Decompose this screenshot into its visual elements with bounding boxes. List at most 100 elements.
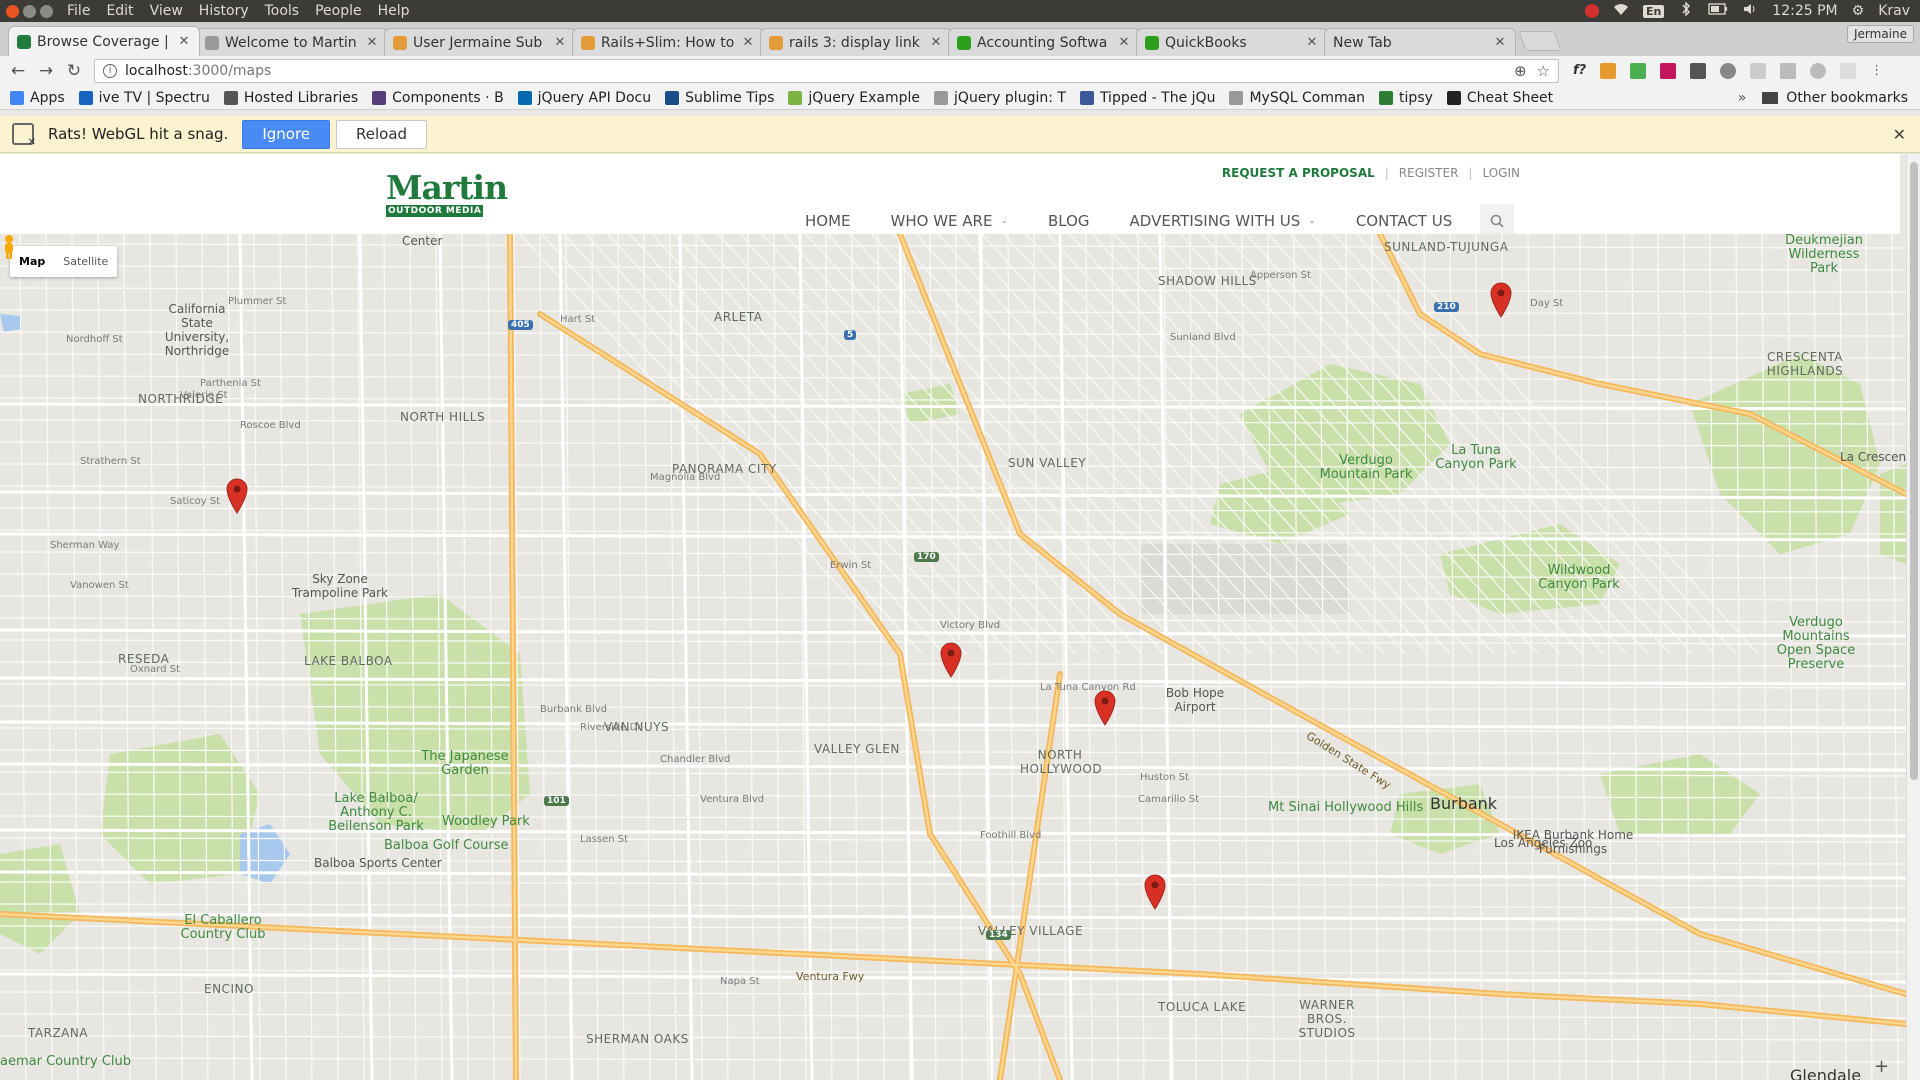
window-minimize-button[interactable] bbox=[23, 4, 36, 18]
profile-button[interactable]: Jermaine bbox=[1846, 25, 1914, 43]
tab-close-icon[interactable]: ✕ bbox=[1305, 35, 1319, 50]
ignore-button[interactable]: Ignore bbox=[242, 119, 331, 149]
browser-tab[interactable]: User Jermaine Sub ✕ bbox=[384, 28, 576, 56]
site-info-icon[interactable]: i bbox=[103, 64, 117, 78]
tab-close-icon[interactable]: ✕ bbox=[1117, 35, 1131, 50]
extension-icon[interactable] bbox=[1630, 63, 1647, 79]
tab-close-icon[interactable]: ✕ bbox=[929, 35, 943, 50]
register-link[interactable]: REGISTER bbox=[1399, 166, 1459, 180]
bookmark-star-icon[interactable]: ☆ bbox=[1537, 62, 1550, 80]
nav-item-who-we-are[interactable]: WHO WE ARE ⌄ bbox=[891, 212, 1008, 230]
map-place-label[interactable]: LAKE BALBOA bbox=[304, 654, 393, 668]
map-place-label[interactable]: Ventura Fwy bbox=[796, 970, 864, 983]
nav-item-advertising-with-us[interactable]: ADVERTISING WITH US ⌄ bbox=[1130, 212, 1316, 230]
other-bookmarks-folder[interactable]: Other bookmarks bbox=[1762, 90, 1908, 106]
chrome-menu-icon[interactable]: ⋮ bbox=[1870, 63, 1883, 79]
map-place-label[interactable]: Burbank bbox=[1430, 794, 1497, 813]
coverage-map[interactable]: Map Satellite California State Universit… bbox=[0, 234, 1906, 1080]
map-place-label[interactable]: California State University, Northridge bbox=[152, 302, 242, 358]
site-search-button[interactable] bbox=[1480, 204, 1515, 238]
map-place-label[interactable]: SUNLAND-TUJUNGA bbox=[1384, 240, 1508, 254]
zoom-in-button[interactable]: + bbox=[1874, 1056, 1889, 1077]
map-place-label[interactable]: Deukmejian Wilderness Park bbox=[1774, 234, 1874, 276]
map-place-label[interactable]: La Crescenta- bbox=[1840, 450, 1906, 464]
bookmark-item[interactable]: tipsy bbox=[1379, 90, 1433, 106]
tab-close-icon[interactable]: ✕ bbox=[177, 34, 191, 49]
map-place-label[interactable]: The Japanese Garden bbox=[420, 750, 510, 778]
tab-close-icon[interactable]: ✕ bbox=[365, 35, 379, 50]
wifi-icon[interactable] bbox=[1613, 2, 1629, 20]
login-link[interactable]: LOGIN bbox=[1482, 166, 1520, 180]
menu-history[interactable]: History bbox=[199, 3, 249, 19]
browser-tab[interactable]: New Tab ✕ bbox=[1324, 28, 1516, 56]
map-place-label[interactable]: Woodley Park bbox=[442, 814, 530, 829]
browser-tab[interactable]: Rails+Slim: How to ✕ bbox=[572, 28, 764, 56]
street-view-pegman-icon[interactable] bbox=[0, 234, 18, 260]
map-type-satellite-button[interactable]: Satellite bbox=[54, 246, 117, 277]
bookmark-item[interactable]: Tipped - The jQu bbox=[1079, 90, 1215, 106]
notification-icon[interactable] bbox=[1584, 4, 1599, 18]
bookmark-item[interactable]: Cheat Sheet bbox=[1446, 90, 1553, 106]
map-place-label[interactable]: VALLEY GLEN bbox=[814, 742, 900, 756]
map-place-label[interactable]: Sky Zone Trampoline Park bbox=[280, 572, 400, 600]
bookmarks-overflow-chevron-icon[interactable]: » bbox=[1738, 90, 1747, 106]
menu-file[interactable]: File bbox=[67, 3, 90, 19]
map-place-label[interactable]: WARNER BROS. STUDIOS bbox=[1282, 998, 1372, 1040]
map-place-label[interactable]: Mt Sinai Hollywood Hills bbox=[1268, 800, 1423, 815]
map-place-label[interactable]: El Caballero Country Club bbox=[168, 914, 278, 942]
scrollbar-thumb[interactable] bbox=[1910, 162, 1918, 780]
map-place-label[interactable]: ARLETA bbox=[714, 310, 762, 324]
map-place-label[interactable]: Glendale bbox=[1790, 1066, 1861, 1080]
page-scrollbar[interactable] bbox=[1906, 154, 1920, 1080]
back-arrow-icon[interactable]: ← bbox=[4, 61, 32, 81]
bluetooth-icon[interactable] bbox=[1678, 2, 1694, 20]
map-place-label[interactable]: ENCINO bbox=[204, 982, 254, 996]
map-place-label[interactable]: Balboa Sports Center bbox=[314, 856, 442, 870]
map-place-label[interactable]: SUN VALLEY bbox=[1008, 456, 1086, 470]
settings-gear-icon[interactable]: ⚙ bbox=[1852, 3, 1865, 19]
nav-item-contact-us[interactable]: CONTACT US bbox=[1356, 212, 1452, 230]
extension-icon[interactable] bbox=[1840, 63, 1857, 79]
map-place-label[interactable]: Lake Balboa/ Anthony C. Beilenson Park bbox=[316, 792, 436, 834]
menu-tools[interactable]: Tools bbox=[265, 3, 300, 19]
location-icon[interactable]: ⊕ bbox=[1514, 62, 1527, 80]
new-tab-button[interactable] bbox=[1518, 31, 1562, 51]
reload-icon[interactable]: ↻ bbox=[60, 61, 88, 81]
location-pin-icon[interactable] bbox=[1490, 282, 1512, 318]
browser-tab[interactable]: Welcome to Martin ✕ bbox=[196, 28, 388, 56]
map-place-label[interactable]: La Tuna Canyon Park bbox=[1426, 444, 1526, 472]
apps-shortcut[interactable]: Apps bbox=[10, 90, 65, 106]
map-place-label[interactable]: CRESCENTA HIGHLANDS bbox=[1760, 350, 1850, 378]
browser-tab[interactable]: Browse Coverage | ✕ bbox=[8, 26, 200, 56]
reload-button[interactable]: Reload bbox=[336, 119, 428, 149]
map-place-label[interactable]: Los Angeles Zoo bbox=[1494, 836, 1592, 850]
battery-icon[interactable] bbox=[1708, 2, 1728, 20]
window-maximize-button[interactable] bbox=[40, 4, 53, 18]
location-pin-icon[interactable] bbox=[1094, 690, 1116, 726]
extension-icon[interactable] bbox=[1810, 63, 1827, 79]
extension-icon[interactable] bbox=[1750, 63, 1767, 79]
map-place-label[interactable]: NORTH HILLS bbox=[400, 410, 485, 424]
extension-icon[interactable] bbox=[1600, 63, 1617, 79]
extension-icon[interactable] bbox=[1690, 63, 1707, 79]
menu-view[interactable]: View bbox=[150, 3, 183, 19]
map-place-label[interactable]: aemar Country Club bbox=[0, 1054, 131, 1069]
tab-close-icon[interactable]: ✕ bbox=[741, 35, 755, 50]
location-pin-icon[interactable] bbox=[226, 478, 248, 514]
extension-icon[interactable] bbox=[1720, 63, 1737, 79]
map-place-label[interactable]: TARZANA bbox=[28, 1026, 88, 1040]
map-place-label[interactable]: Center bbox=[402, 234, 442, 248]
location-pin-icon[interactable] bbox=[940, 642, 962, 678]
map-place-label[interactable]: Balboa Golf Course bbox=[384, 838, 509, 853]
session-user-name[interactable]: Krav bbox=[1878, 3, 1910, 19]
bookmark-item[interactable]: ive TV | Spectru bbox=[78, 90, 210, 106]
bookmark-item[interactable]: jQuery Example bbox=[788, 90, 920, 106]
browser-tab[interactable]: QuickBooks ✕ bbox=[1136, 28, 1328, 56]
nav-item-home[interactable]: HOME bbox=[805, 212, 851, 230]
map-place-label[interactable]: Verdugo Mountains Open Space Preserve bbox=[1766, 616, 1866, 672]
request-proposal-link[interactable]: REQUEST A PROPOSAL bbox=[1222, 166, 1375, 180]
close-icon[interactable]: ✕ bbox=[1893, 125, 1906, 144]
map-place-label[interactable]: TOLUCA LAKE bbox=[1158, 1000, 1246, 1014]
menu-edit[interactable]: Edit bbox=[106, 3, 133, 19]
browser-tab[interactable]: Accounting Softwa ✕ bbox=[948, 28, 1140, 56]
